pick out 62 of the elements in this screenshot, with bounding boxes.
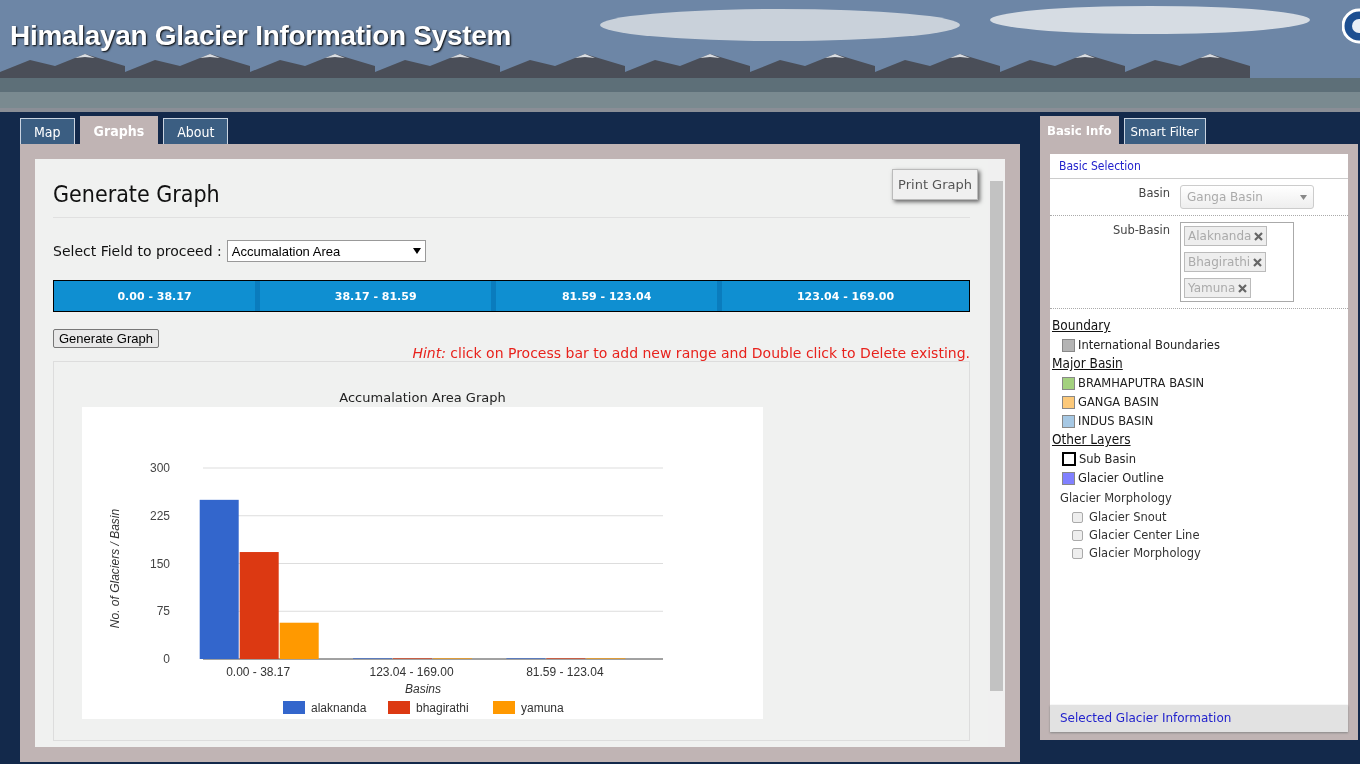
layer-group-title: Other Layers <box>1052 431 1132 447</box>
site-title: Himalayan Glacier Information System <box>10 20 512 52</box>
checkbox[interactable] <box>1072 511 1083 523</box>
legend-label: yamuna <box>521 701 564 715</box>
layer-group-title: Boundary <box>1052 317 1112 333</box>
tab[interactable]: Graphs <box>79 116 159 144</box>
field-label: Basin <box>1137 185 1170 202</box>
layer-label: Glacier Snout <box>1089 510 1167 524</box>
tab[interactable]: About <box>163 118 229 144</box>
sub-basin-chip[interactable]: Alaknanda <box>1184 226 1268 246</box>
range-segment[interactable]: 81.59 - 123.04 <box>491 281 717 311</box>
caret-icon <box>412 248 421 254</box>
axis-tick-label: 225 <box>149 508 170 523</box>
layer-label: BRAMHAPUTRA BASIN <box>1078 376 1205 390</box>
axis-tick-label: 300 <box>149 461 170 475</box>
checkbox[interactable] <box>1072 547 1083 559</box>
chart-title: Accumalation Area Graph <box>338 390 507 405</box>
layer-label: Glacier Outline <box>1078 471 1164 485</box>
legend-swatch <box>283 701 305 714</box>
generate-graph-button[interactable]: Generate Graph <box>53 329 159 348</box>
print-button[interactable]: Print Graph <box>892 169 978 200</box>
sub-basin-field[interactable]: Alaknanda Bhagirathi Yamuna <box>1180 222 1294 302</box>
remove-icon[interactable] <box>1238 283 1248 293</box>
legend-swatch <box>493 701 515 714</box>
remove-icon[interactable] <box>1253 257 1263 267</box>
tab[interactable]: Map <box>20 118 75 144</box>
field-label: Select Field to proceed : <box>53 243 222 259</box>
legend-label: bhagirathi <box>416 701 469 715</box>
basin-dropdown[interactable]: Ganga Basin <box>1180 185 1314 209</box>
tab[interactable]: Smart Filter <box>1123 118 1206 144</box>
sub-basin-chip[interactable]: Bhagirathi <box>1184 252 1267 272</box>
layer-label: International Boundaries <box>1078 338 1220 352</box>
layer-group-title: Glacier Morphology <box>1059 490 1173 507</box>
range-segment[interactable]: 0.00 - 38.17 <box>54 281 255 311</box>
layer-label: INDUS BASIN <box>1078 414 1154 428</box>
axis-tick-label: 75 <box>156 604 170 619</box>
layer-label: Glacier Morphology <box>1089 546 1201 560</box>
remove-icon[interactable] <box>1254 231 1264 241</box>
range-segment[interactable]: 38.17 - 81.59 <box>255 281 492 311</box>
layer-label: GANGA BASIN <box>1078 395 1159 409</box>
hint-text: Hint: click on Process bar to add new range and Double click to Delete existing. <box>412 345 970 361</box>
caret-icon <box>1300 194 1307 200</box>
axis-title: Basins <box>405 682 441 696</box>
checkbox[interactable] <box>1072 529 1083 541</box>
sub-basin-chip[interactable]: Yamuna <box>1184 278 1252 298</box>
layer-label: Sub Basin <box>1079 452 1136 466</box>
axis-title: No. of Glaciers / Basin <box>108 508 122 629</box>
axis-tick-label: 0.00 - 38.17 <box>226 665 291 679</box>
range-segment[interactable]: 123.04 - 169.00 <box>716 281 969 311</box>
legend-label: alaknanda <box>311 701 367 715</box>
axis-tick-label: 150 <box>149 556 170 571</box>
section-title: Basic Selection <box>1050 154 1348 179</box>
legend-swatch <box>388 701 410 714</box>
layer-group-title: Major Basin <box>1052 355 1124 371</box>
footer-link[interactable]: Selected Glacier Information <box>1050 705 1348 732</box>
tab[interactable]: Basic Info <box>1040 116 1119 144</box>
layer-label: Glacier Center Line <box>1089 528 1200 542</box>
axis-tick-label: 81.59 - 123.04 <box>526 665 604 679</box>
field-dropdown[interactable]: Accumalation Area <box>226 240 426 262</box>
axis-tick-label: 123.04 - 169.00 <box>369 665 454 679</box>
field-label: Sub-Basin <box>1111 222 1170 239</box>
axis-tick-label: 0 <box>163 652 170 666</box>
